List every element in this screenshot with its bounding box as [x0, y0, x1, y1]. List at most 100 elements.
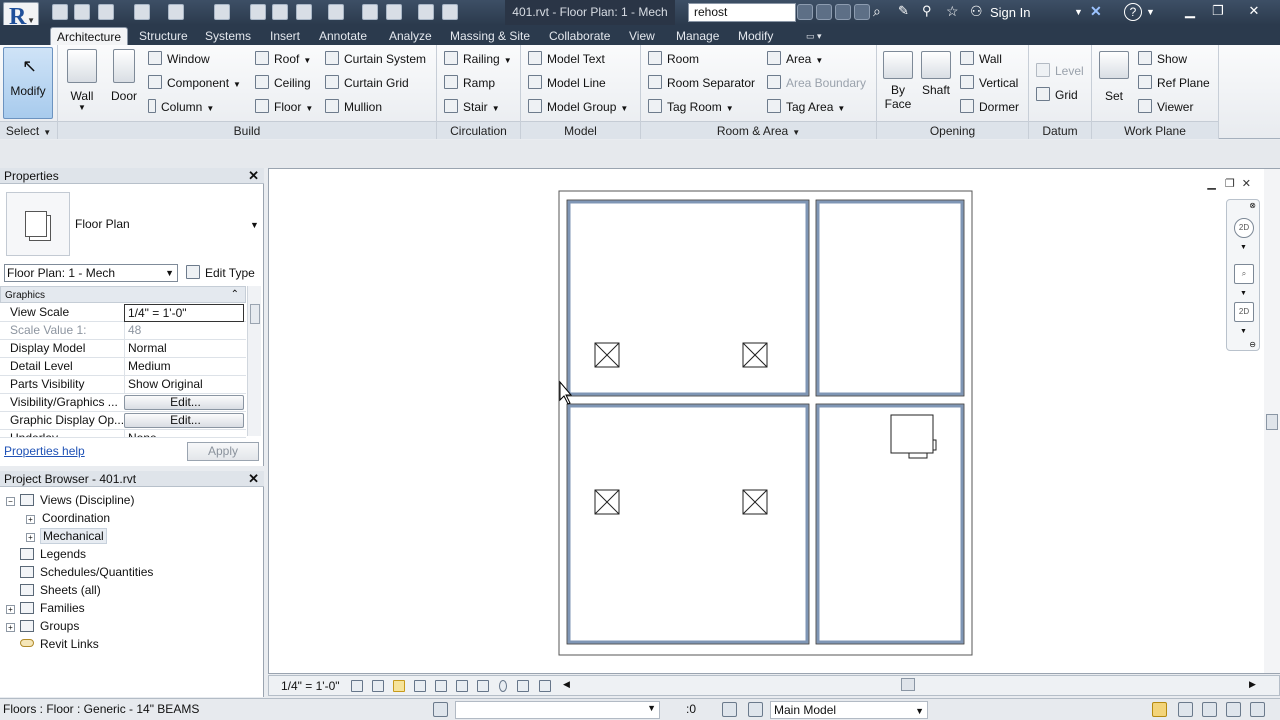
set-work-plane-button[interactable]: Set [1097, 51, 1131, 103]
prop-row-parts-visibility[interactable]: Parts Visibility Show Original [0, 376, 246, 394]
tree-item-schedules[interactable]: Schedules/Quantities [20, 563, 153, 581]
drag-elements-icon[interactable] [1250, 702, 1265, 717]
tab-view[interactable]: View [623, 27, 661, 45]
model-line-button[interactable]: Model Line [528, 74, 606, 92]
crop-view-icon[interactable] [435, 680, 447, 692]
visibility-graphics-edit-button[interactable]: Edit... [124, 395, 244, 410]
ribbon-minimize-icon[interactable]: ▭ ▾ [800, 27, 828, 45]
search-input[interactable]: rehost [688, 3, 796, 22]
panel-label-select[interactable]: Select ▼ [0, 121, 57, 139]
star-icon[interactable]: ☆ [946, 4, 962, 20]
by-face-button[interactable]: By Face [882, 51, 914, 111]
communication-center-icon[interactable]: ⚲ [922, 4, 938, 20]
restore-icon[interactable]: ❐ [1204, 2, 1232, 20]
view-scale-button[interactable]: 1/4" = 1'-0" [281, 679, 340, 693]
tab-massing-site[interactable]: Massing & Site [444, 27, 536, 45]
tab-insert[interactable]: Insert [264, 27, 306, 45]
press-drag-icon[interactable] [668, 702, 683, 717]
binoculars-icon[interactable]: ⌕ [873, 4, 889, 20]
select-links-icon[interactable] [1152, 702, 1167, 717]
3d-view-icon[interactable] [328, 4, 344, 20]
window-button[interactable]: Window [148, 50, 210, 68]
tree-item-sheets[interactable]: Sheets (all) [20, 581, 101, 599]
temporary-hide-icon[interactable] [477, 680, 489, 692]
room-button[interactable]: Room [648, 50, 699, 68]
minimize-icon[interactable]: ▁ [1176, 2, 1204, 20]
tree-item-legends[interactable]: Legends [20, 545, 86, 563]
analytical-model-icon[interactable] [539, 680, 551, 692]
chevron-down-icon[interactable]: ▼ [1240, 290, 1247, 297]
room-separator-button[interactable]: Room Separator [648, 74, 755, 92]
sync-icon[interactable] [98, 4, 114, 20]
tag-area-button[interactable]: Tag Area ▼ [767, 98, 845, 116]
options-icon[interactable]: ⊖ [1249, 340, 1256, 349]
component-button[interactable]: Component ▼ [148, 74, 241, 92]
door-button[interactable]: Door [106, 49, 142, 103]
chevron-down-icon[interactable]: ▼ [250, 220, 259, 230]
close-hidden-icon[interactable] [418, 4, 434, 20]
dormer-button[interactable]: Dormer [960, 98, 1019, 116]
tab-architecture[interactable]: Architecture [50, 27, 129, 45]
section-icon[interactable] [362, 4, 378, 20]
prop-row-underlay[interactable]: Underlay None [0, 430, 246, 438]
select-pinned-icon[interactable] [1202, 702, 1217, 717]
reveal-hidden-icon[interactable] [499, 680, 507, 692]
stair-button[interactable]: Stair ▼ [444, 98, 500, 116]
tree-item-families[interactable]: + Families [6, 599, 85, 617]
graphics-group-header[interactable]: Graphics ⌃ [0, 286, 246, 303]
vertical-scrollbar[interactable] [1264, 169, 1280, 673]
sign-in-link[interactable]: Sign In [990, 5, 1030, 20]
show-work-plane-button[interactable]: Show [1138, 50, 1187, 68]
worksets-icon[interactable] [433, 702, 448, 717]
text-icon[interactable] [296, 4, 312, 20]
workset-select[interactable]: ▼ [455, 701, 660, 719]
tab-systems[interactable]: Systems [199, 27, 257, 45]
tree-item-views[interactable]: − Views (Discipline) [6, 491, 134, 509]
roof-button[interactable]: Roof ▼ [255, 50, 311, 68]
select-by-face-icon[interactable] [1226, 702, 1241, 717]
visual-style-icon[interactable] [372, 680, 384, 692]
shaft-button[interactable]: Shaft [918, 51, 954, 97]
tag-room-button[interactable]: Tag Room ▼ [648, 98, 734, 116]
design-options-icon[interactable] [748, 702, 763, 717]
switch-windows-icon[interactable] [442, 4, 458, 20]
user-icon[interactable]: ⚇ [970, 4, 986, 20]
tree-item-mechanical[interactable]: + Mechanical [26, 527, 107, 545]
editing-requests-icon[interactable] [722, 702, 737, 717]
apply-button[interactable]: Apply [187, 442, 259, 461]
scrollbar-thumb[interactable] [250, 304, 260, 324]
subscription-center-icon[interactable]: ✎ [898, 4, 914, 20]
detail-level-icon[interactable] [351, 680, 363, 692]
close-icon[interactable]: ⊗ [1249, 201, 1256, 210]
drawing-area[interactable]: ▁ ❐ ✕ ⊗ 2D ▼ ⌕ ▼ 2D ▼ ⊖ [268, 168, 1280, 674]
close-icon[interactable]: ✕ [248, 168, 259, 184]
column-button[interactable]: Column ▼ [148, 98, 214, 116]
zoom-icon[interactable]: ⌕ [1234, 264, 1254, 284]
redo-icon[interactable] [168, 4, 184, 20]
close-icon[interactable]: ✕ [1240, 2, 1268, 20]
panel-label-room-area[interactable]: Room & Area ▼ [641, 121, 876, 139]
show-crop-icon[interactable] [456, 680, 468, 692]
sign-in-dropdown-icon[interactable]: ▼ [1074, 4, 1090, 20]
tab-modify[interactable]: Modify [732, 27, 779, 45]
search-options-icon[interactable] [797, 4, 813, 20]
chevron-down-icon[interactable]: ▼ [1240, 328, 1247, 335]
exchange-icon[interactable]: ✕ [1090, 4, 1106, 20]
model-group-button[interactable]: Model Group ▼ [528, 98, 628, 116]
tab-manage[interactable]: Manage [670, 27, 725, 45]
railing-button[interactable]: Railing ▼ [444, 50, 512, 68]
measure-icon[interactable] [250, 4, 266, 20]
tab-structure[interactable]: Structure [133, 27, 194, 45]
scroll-left-icon[interactable]: ◀ [563, 679, 570, 690]
level-button[interactable]: Level [1036, 62, 1084, 80]
horizontal-scrollbar-thumb[interactable] [901, 678, 915, 691]
tree-item-revit-links[interactable]: Revit Links [20, 635, 99, 653]
thin-lines-icon[interactable] [386, 4, 402, 20]
save-icon[interactable] [74, 4, 90, 20]
area-boundary-button[interactable]: Area Boundary [767, 74, 866, 92]
ramp-button[interactable]: Ramp [444, 74, 495, 92]
tree-item-groups[interactable]: + Groups [6, 617, 79, 635]
viewer-button[interactable]: Viewer [1138, 98, 1193, 116]
sun-path-icon[interactable] [393, 680, 405, 692]
instance-filter-select[interactable]: Floor Plan: 1 - Mech ▼ [4, 264, 178, 282]
